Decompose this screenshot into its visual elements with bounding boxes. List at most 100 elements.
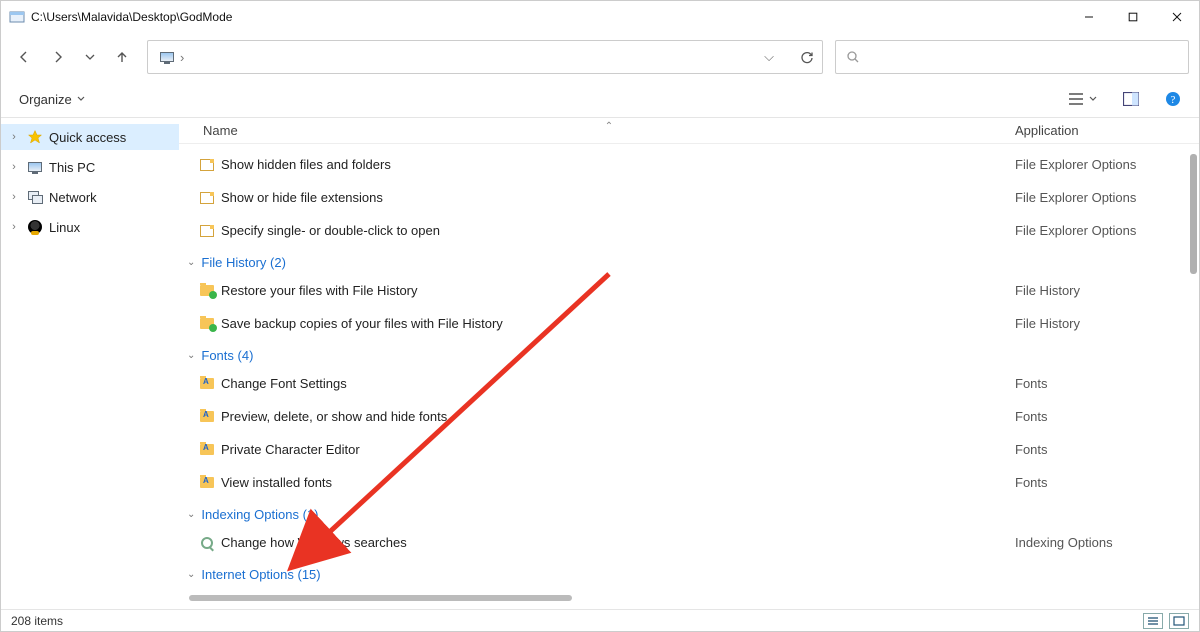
item-name: Change how Windows searches: [221, 535, 1015, 550]
address-dropdown-button[interactable]: ⌵: [764, 49, 774, 65]
horizontal-scrollbar[interactable]: [189, 593, 1059, 603]
group-header[interactable]: ⌄Fonts (4): [181, 340, 1199, 367]
chevron-down-icon: [77, 95, 85, 103]
status-item-count: 208 items: [11, 614, 63, 628]
back-button[interactable]: [17, 50, 31, 64]
list-item[interactable]: APrivate Character EditorFonts: [179, 433, 1199, 466]
column-name-label: Name: [203, 123, 238, 138]
file-list[interactable]: Show hidden files and foldersFile Explor…: [179, 144, 1199, 609]
horizontal-scrollbar-thumb[interactable]: [189, 595, 572, 601]
list-item[interactable]: Change how Windows searchesIndexing Opti…: [179, 526, 1199, 559]
list-item[interactable]: Show hidden files and foldersFile Explor…: [179, 148, 1199, 181]
chevron-right-icon[interactable]: ›: [7, 191, 21, 203]
chevron-right-icon[interactable]: ›: [7, 131, 21, 143]
item-icon: [199, 223, 215, 239]
search-input[interactable]: [866, 49, 1178, 66]
navigation-pane: › Quick access › This PC › Network › Lin…: [1, 118, 179, 609]
item-application: Fonts: [1015, 376, 1175, 391]
item-icon: [199, 157, 215, 173]
help-icon: ?: [1165, 91, 1181, 107]
item-name: Show or hide file extensions: [221, 190, 1015, 205]
chevron-down-icon: ⌄: [187, 569, 195, 580]
maximize-button[interactable]: [1111, 2, 1155, 32]
linux-icon: [27, 219, 43, 235]
search-icon: [846, 50, 860, 64]
list-view-icon: [1068, 92, 1084, 106]
item-icon: [199, 283, 215, 299]
svg-text:?: ?: [1171, 94, 1176, 106]
chevron-down-icon: [1089, 95, 1097, 103]
item-icon: A: [199, 409, 215, 425]
list-item[interactable]: A View installed fontsFonts: [179, 466, 1199, 499]
file-explorer-window: C:\Users\Malavida\Desktop\GodMode › ⌵: [0, 0, 1200, 632]
group-label: Internet Options (15): [201, 567, 320, 582]
group-header[interactable]: ⌄ Indexing Options (1): [181, 499, 1199, 526]
chevron-right-icon[interactable]: ›: [7, 161, 21, 173]
up-button[interactable]: [115, 50, 129, 64]
item-name: View installed fonts: [221, 475, 1015, 490]
this-pc-icon: [27, 159, 43, 175]
group-label: Indexing Options (1): [201, 507, 318, 522]
organize-label: Organize: [19, 92, 72, 107]
chevron-right-icon[interactable]: ›: [7, 221, 21, 233]
item-icon: A: [199, 475, 215, 491]
toolbar: Organize ?: [1, 81, 1199, 117]
item-name: Specify single- or double-click to open: [221, 223, 1015, 238]
vertical-scrollbar[interactable]: [1187, 144, 1199, 609]
sidebar-item-linux[interactable]: › Linux: [1, 214, 179, 240]
minimize-button[interactable]: [1067, 2, 1111, 32]
list-item[interactable]: Restore your files with File HistoryFile…: [179, 274, 1199, 307]
column-header-application[interactable]: Application: [1015, 123, 1175, 138]
chevron-down-icon: ⌄: [187, 509, 195, 520]
sidebar-item-this-pc[interactable]: › This PC: [1, 154, 179, 180]
vertical-scrollbar-thumb[interactable]: [1190, 154, 1197, 274]
item-icon: [199, 535, 215, 551]
sidebar-item-label: Quick access: [49, 130, 126, 145]
group-label: File History (2): [201, 255, 286, 270]
column-header-row: Name ⌃ Application: [179, 118, 1199, 144]
list-item[interactable]: Specify single- or double-click to openF…: [179, 214, 1199, 247]
search-box[interactable]: [835, 40, 1189, 74]
group-header[interactable]: ⌄ Internet Options (15): [181, 559, 1199, 586]
item-application: File History: [1015, 283, 1175, 298]
item-application: File Explorer Options: [1015, 223, 1175, 238]
navigation-row: › ⌵: [1, 33, 1199, 81]
group-header[interactable]: ⌄File History (2): [181, 247, 1199, 274]
item-application: Fonts: [1015, 442, 1175, 457]
network-icon: [27, 189, 43, 205]
details-view-toggle[interactable]: [1143, 613, 1163, 629]
item-name: Preview, delete, or show and hide fonts: [221, 409, 1015, 424]
item-icon: A: [199, 376, 215, 392]
list-item[interactable]: Show or hide file extensionsFile Explore…: [179, 181, 1199, 214]
item-application: Fonts: [1015, 475, 1175, 490]
item-name: Show hidden files and folders: [221, 157, 1015, 172]
item-icon: [199, 190, 215, 206]
organize-menu[interactable]: Organize: [13, 88, 91, 111]
close-button[interactable]: [1155, 2, 1199, 32]
column-application-label: Application: [1015, 123, 1079, 138]
chevron-down-icon: ⌄: [187, 350, 195, 361]
body: › Quick access › This PC › Network › Lin…: [1, 117, 1199, 609]
window-title: C:\Users\Malavida\Desktop\GodMode: [31, 10, 232, 24]
refresh-button[interactable]: [800, 50, 814, 64]
address-bar[interactable]: › ⌵: [147, 40, 823, 74]
item-application: Indexing Options: [1015, 535, 1175, 550]
item-icon: A: [199, 442, 215, 458]
preview-pane-button[interactable]: [1117, 88, 1145, 110]
thumbnails-view-toggle[interactable]: [1169, 613, 1189, 629]
help-button[interactable]: ?: [1159, 87, 1187, 111]
quick-access-icon: [27, 129, 43, 145]
recent-locations-button[interactable]: [85, 52, 95, 62]
list-item[interactable]: AChange Font SettingsFonts: [179, 367, 1199, 400]
view-layout-menu[interactable]: [1062, 88, 1103, 110]
list-item[interactable]: A Preview, delete, or show and hide fonts…: [179, 400, 1199, 433]
column-header-name[interactable]: Name ⌃: [203, 123, 1015, 138]
item-application: File Explorer Options: [1015, 157, 1175, 172]
item-application: File History: [1015, 316, 1175, 331]
item-application: File Explorer Options: [1015, 190, 1175, 205]
sidebar-item-quick-access[interactable]: › Quick access: [1, 124, 179, 150]
list-item[interactable]: Save backup copies of your files with Fi…: [179, 307, 1199, 340]
sidebar-item-network[interactable]: › Network: [1, 184, 179, 210]
forward-button[interactable]: [51, 50, 65, 64]
titlebar: C:\Users\Malavida\Desktop\GodMode: [1, 1, 1199, 33]
